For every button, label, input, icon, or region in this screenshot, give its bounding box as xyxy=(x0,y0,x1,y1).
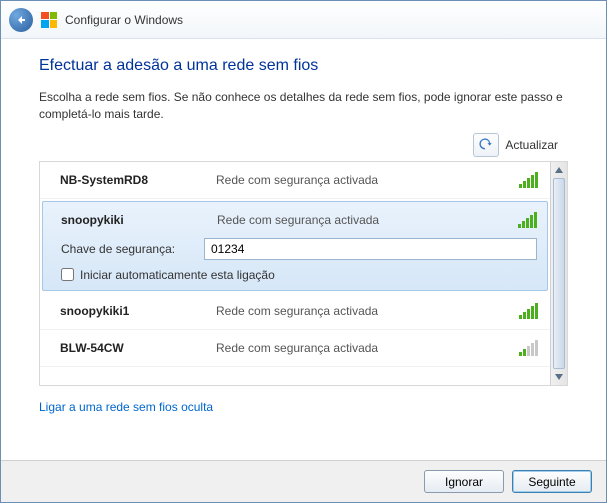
window-title: Configurar o Windows xyxy=(65,13,183,27)
network-item-selected[interactable]: snoopykiki Rede com segurança activada C… xyxy=(42,201,548,291)
signal-icon xyxy=(519,340,538,356)
network-status: Rede com segurança activada xyxy=(216,341,513,355)
window-header: Configurar o Windows xyxy=(1,1,606,39)
auto-connect-checkbox[interactable] xyxy=(61,268,74,281)
signal-icon xyxy=(518,212,537,228)
network-item[interactable]: BLW-54CW Rede com segurança activada xyxy=(40,330,550,367)
footer: Ignorar Seguinte xyxy=(1,460,606,502)
auto-connect-row: Iniciar automaticamente esta ligação xyxy=(61,264,537,282)
security-key-label: Chave de segurança: xyxy=(61,242,196,256)
signal-icon xyxy=(519,303,538,319)
network-status: Rede com segurança activada xyxy=(216,173,513,187)
refresh-row: Actualizar xyxy=(39,133,568,157)
windows-icon xyxy=(41,12,57,28)
network-name: BLW-54CW xyxy=(60,341,210,355)
scroll-up-arrow[interactable] xyxy=(551,162,567,178)
content-area: Efectuar a adesão a uma rede sem fios Es… xyxy=(1,39,606,460)
page-title: Efectuar a adesão a uma rede sem fios xyxy=(39,57,568,75)
network-item[interactable]: NB-SystemRD8 Rede com segurança activada xyxy=(40,162,550,199)
network-name: snoopykiki xyxy=(61,213,211,227)
next-button[interactable]: Seguinte xyxy=(512,470,592,493)
wizard-window: Configurar o Windows Efectuar a adesão a… xyxy=(1,1,606,502)
network-list: NB-SystemRD8 Rede com segurança activada… xyxy=(40,162,550,385)
network-name: snoopykiki1 xyxy=(60,304,210,318)
network-list-container: NB-SystemRD8 Rede com segurança activada… xyxy=(39,161,568,386)
refresh-button[interactable] xyxy=(473,133,499,157)
refresh-icon xyxy=(479,138,493,152)
network-status: Rede com segurança activada xyxy=(216,304,513,318)
arrow-left-icon xyxy=(15,14,27,26)
hidden-network-link[interactable]: Ligar a uma rede sem fios oculta xyxy=(39,400,568,414)
network-name: NB-SystemRD8 xyxy=(60,173,210,187)
back-button[interactable] xyxy=(9,8,33,32)
security-key-row: Chave de segurança: xyxy=(61,234,537,264)
security-key-input[interactable] xyxy=(204,238,537,260)
refresh-label: Actualizar xyxy=(505,138,558,152)
skip-button[interactable]: Ignorar xyxy=(424,470,504,493)
scroll-down-arrow[interactable] xyxy=(551,369,567,385)
instruction-text: Escolha a rede sem fios. Se não conhece … xyxy=(39,89,568,123)
auto-connect-label: Iniciar automaticamente esta ligação xyxy=(80,268,275,282)
signal-icon xyxy=(519,172,538,188)
network-item[interactable]: snoopykiki1 Rede com segurança activada xyxy=(40,293,550,330)
network-status: Rede com segurança activada xyxy=(217,213,512,227)
scrollbar[interactable] xyxy=(550,162,567,385)
scroll-thumb[interactable] xyxy=(553,178,565,369)
